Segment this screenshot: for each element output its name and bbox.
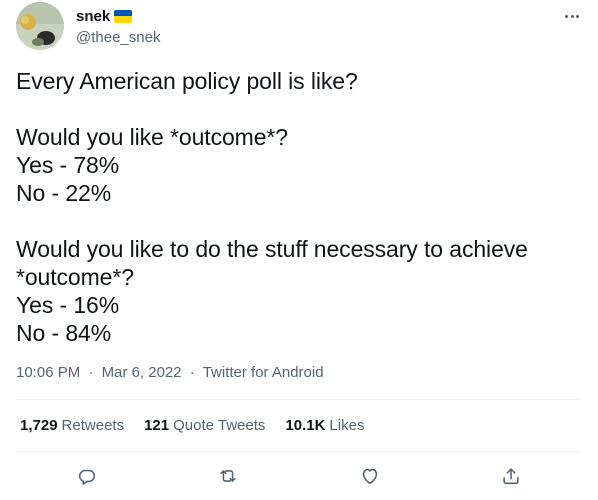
tweet-line: Yes - 16% (16, 292, 120, 318)
share-icon (503, 468, 519, 485)
tweet-line: Would you like *outcome*? (16, 124, 288, 150)
quote-tweets-stat[interactable]: 121 Quote Tweets (144, 417, 265, 434)
tweet-line: No - 84% (16, 320, 112, 346)
retweets-count: 1,729 (20, 417, 58, 434)
tweet-time[interactable]: 10:06 PM (16, 364, 80, 381)
retweet-icon (220, 470, 236, 482)
retweets-stat[interactable]: 1,729 Retweets (20, 417, 124, 434)
tweet-line: Yes - 78% (16, 152, 120, 178)
share-button[interactable] (493, 458, 529, 494)
meta-separator: · (88, 364, 94, 381)
heart-icon (362, 468, 378, 485)
user-handle[interactable]: @thee_snek (76, 29, 160, 46)
divider (16, 451, 582, 452)
tweet-header: snek @thee_snek (16, 2, 582, 52)
avatar[interactable] (16, 2, 64, 50)
more-icon[interactable] (562, 6, 582, 26)
flag-bottom (114, 16, 133, 23)
ukraine-flag-icon (114, 9, 133, 23)
meta-separator: · (189, 364, 195, 381)
likes-label: Likes (329, 417, 365, 434)
tweet-actions (16, 458, 582, 494)
tweet-line (16, 207, 576, 235)
tweet-source[interactable]: Twitter for Android (203, 364, 324, 381)
likes-count: 10.1K (285, 417, 326, 434)
display-name[interactable]: snek (76, 8, 110, 25)
tweet-meta: 10:06 PM · Mar 6, 2022 · Twitter for And… (16, 364, 324, 381)
divider (16, 399, 582, 400)
tweet-text: Every American policy poll is like? Woul… (16, 67, 576, 347)
tweet-date[interactable]: Mar 6, 2022 (102, 364, 182, 381)
quote-tweets-count: 121 (144, 417, 170, 434)
likes-stat[interactable]: 10.1K Likes (285, 417, 364, 434)
reply-icon (78, 469, 96, 485)
like-button[interactable] (352, 458, 388, 494)
display-name-row: snek (76, 6, 160, 26)
reply-button[interactable] (69, 458, 105, 494)
tweet-line: No - 22% (16, 180, 112, 206)
retweet-button[interactable] (210, 458, 246, 494)
tweet-stats: 1,729 Retweets 121 Quote Tweets 10.1K Likes (20, 417, 364, 434)
tweet-line: Would you like to do the stuff necessary… (16, 236, 528, 262)
retweets-label: Retweets (61, 417, 125, 434)
quote-tweets-label: Quote Tweets (173, 417, 266, 434)
tweet-line: *outcome*? (16, 264, 134, 290)
tweet-line: Every American policy poll is like? (16, 68, 358, 94)
tweet-line (16, 95, 576, 123)
user-info: snek @thee_snek (76, 6, 160, 47)
